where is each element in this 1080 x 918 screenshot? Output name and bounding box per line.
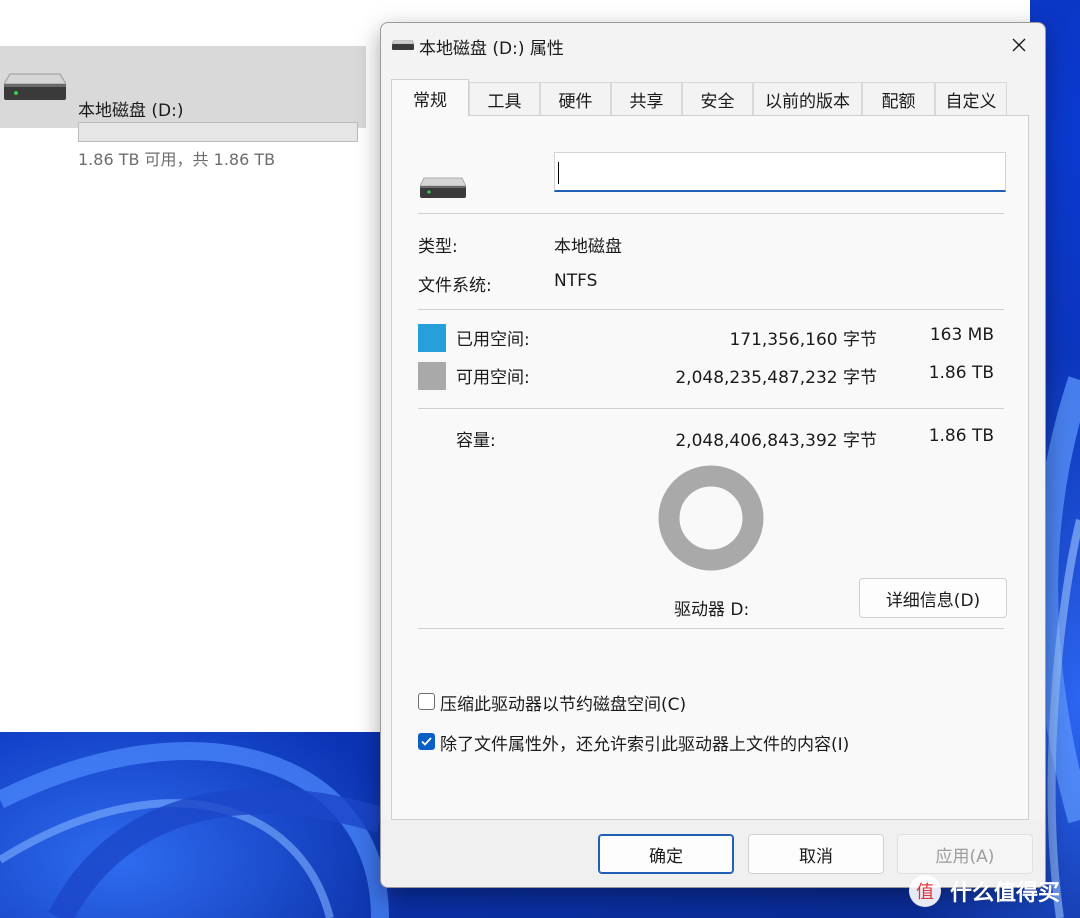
- ok-button[interactable]: 确定: [598, 834, 734, 874]
- type-value: 本地磁盘: [554, 237, 622, 257]
- separator: [418, 628, 1004, 629]
- drive-letter-label: 驱动器 D:: [674, 600, 750, 620]
- title-bar: 本地磁盘 (D:) 属性: [381, 23, 1045, 67]
- compress-checkbox[interactable]: [418, 693, 435, 710]
- used-space-bytes: 171,356,160 字节: [729, 330, 877, 350]
- tab-security[interactable]: 安全: [682, 82, 753, 115]
- used-space-label: 已用空间:: [456, 330, 530, 350]
- svg-text:值: 值: [916, 882, 934, 903]
- dialog-title: 本地磁盘 (D:) 属性: [419, 39, 564, 59]
- checkmark-icon: [421, 737, 432, 746]
- separator: [418, 213, 1004, 214]
- free-space-size: 1.86 TB: [928, 363, 994, 383]
- separator: [418, 408, 1004, 409]
- tab-strip: 常规 工具 硬件 共享 安全 以前的版本 配额 自定义: [391, 79, 1041, 116]
- donut-free-segment: [658, 465, 764, 571]
- details-button[interactable]: 详细信息(D): [859, 578, 1007, 618]
- filesystem-value: NTFS: [554, 271, 598, 291]
- drive-icon: [392, 40, 414, 50]
- usage-donut-chart: [658, 465, 764, 571]
- free-space-bytes: 2,048,235,487,232 字节: [675, 368, 877, 388]
- used-space-size: 163 MB: [929, 325, 994, 345]
- capacity-label: 容量:: [456, 431, 496, 451]
- close-button[interactable]: [1003, 29, 1035, 61]
- smzdm-watermark: 值 什么值得买: [908, 868, 1080, 914]
- hard-drive-icon: [4, 73, 66, 100]
- close-icon: [1012, 38, 1026, 52]
- index-checkbox[interactable]: [418, 733, 435, 750]
- cancel-button[interactable]: 取消: [748, 834, 884, 874]
- tab-customize[interactable]: 自定义: [935, 82, 1007, 115]
- free-space-label: 可用空间:: [456, 368, 530, 388]
- text-caret: [558, 162, 559, 184]
- capacity-bytes: 2,048,406,843,392 字节: [675, 431, 877, 451]
- drive-tile-d[interactable]: 本地磁盘 (D:) 1.86 TB 可用，共 1.86 TB: [0, 46, 366, 169]
- hard-drive-icon: [420, 177, 466, 198]
- smzdm-logo-icon: 值: [909, 875, 941, 907]
- properties-dialog: 本地磁盘 (D:) 属性 常规 工具 硬件 共享 安全 以前的版本 配额 自定义…: [380, 22, 1046, 888]
- volume-label-input[interactable]: [554, 152, 1006, 192]
- tab-quota[interactable]: 配额: [862, 82, 935, 115]
- tab-previous-versions[interactable]: 以前的版本: [753, 82, 862, 115]
- compress-label[interactable]: 压缩此驱动器以节约磁盘空间(C): [440, 690, 686, 715]
- watermark-text: 什么值得买: [950, 881, 1061, 906]
- type-label: 类型:: [418, 237, 458, 257]
- general-tab-panel: 类型: 本地磁盘 文件系统: NTFS 已用空间: 171,356,160 字节…: [391, 115, 1029, 820]
- tab-tools[interactable]: 工具: [469, 82, 540, 115]
- separator: [418, 309, 1004, 310]
- tab-general[interactable]: 常规: [391, 79, 469, 116]
- capacity-size: 1.86 TB: [928, 426, 994, 446]
- index-label[interactable]: 除了文件属性外，还允许索引此驱动器上文件的内容(I): [440, 730, 849, 755]
- drive-usage-bar: [78, 122, 358, 142]
- drive-name: 本地磁盘 (D:): [78, 101, 184, 121]
- used-space-swatch: [418, 324, 446, 352]
- drive-free-text: 1.86 TB 可用，共 1.86 TB: [78, 150, 276, 169]
- tab-hardware[interactable]: 硬件: [540, 82, 611, 115]
- free-space-swatch: [418, 362, 446, 390]
- tab-sharing[interactable]: 共享: [611, 82, 682, 115]
- filesystem-label: 文件系统:: [418, 276, 492, 296]
